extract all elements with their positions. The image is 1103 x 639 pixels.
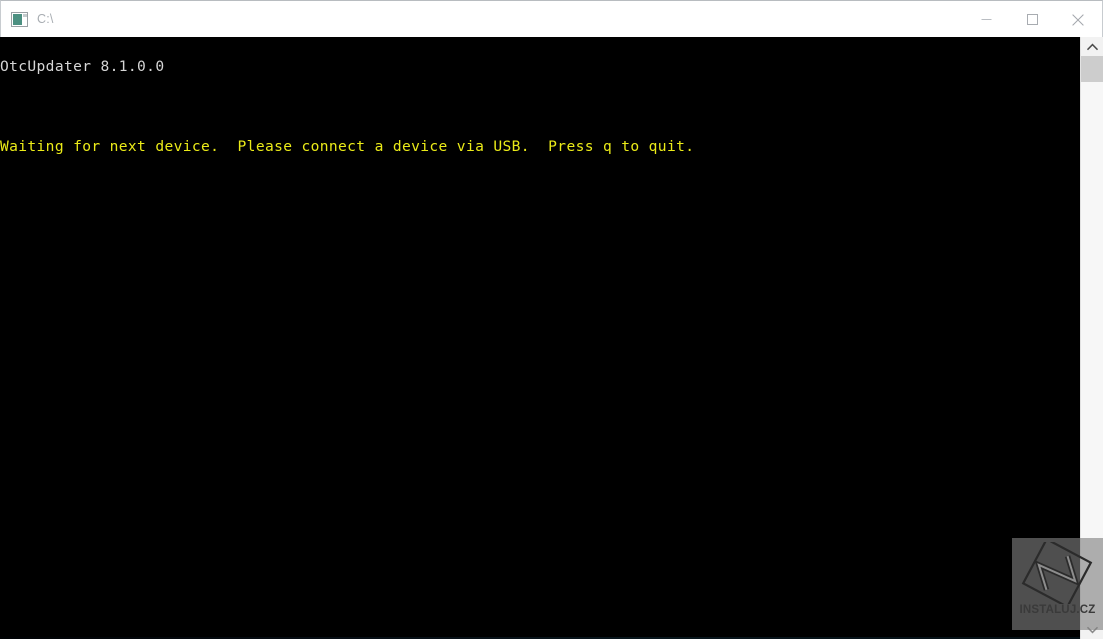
console-output-area[interactable]: OtcUpdater 8.1.0.0 Waiting for next devi…: [0, 37, 1103, 639]
scroll-up-button[interactable]: [1081, 37, 1103, 56]
scrollbar-thumb[interactable]: [1081, 56, 1103, 82]
console-line-app-version: OtcUpdater 8.1.0.0: [0, 58, 165, 75]
close-button[interactable]: [1055, 2, 1101, 37]
close-icon: [1072, 13, 1084, 26]
minimize-icon: [981, 19, 991, 20]
console-text-buffer: OtcUpdater 8.1.0.0 Waiting for next devi…: [0, 37, 1080, 197]
scroll-down-button[interactable]: [1081, 620, 1103, 639]
window-title: C:\: [37, 12, 54, 26]
chevron-up-icon: [1086, 43, 1098, 50]
console-window-icon: [11, 11, 28, 27]
console-line-status: Waiting for next device. Please connect …: [0, 138, 695, 155]
window-controls: [963, 2, 1101, 37]
console-window: C:\ OtcUpdater 8.1.0.0 Waiting for next …: [0, 0, 1103, 639]
maximize-icon: [1026, 14, 1038, 25]
scrollbar-track[interactable]: [1081, 56, 1103, 620]
vertical-scrollbar[interactable]: [1080, 37, 1103, 639]
maximize-button[interactable]: [1009, 2, 1055, 37]
title-bar-left-group: C:\: [1, 11, 54, 27]
minimize-button[interactable]: [963, 2, 1009, 37]
chevron-down-icon: [1086, 626, 1098, 633]
title-bar[interactable]: C:\: [0, 0, 1103, 37]
